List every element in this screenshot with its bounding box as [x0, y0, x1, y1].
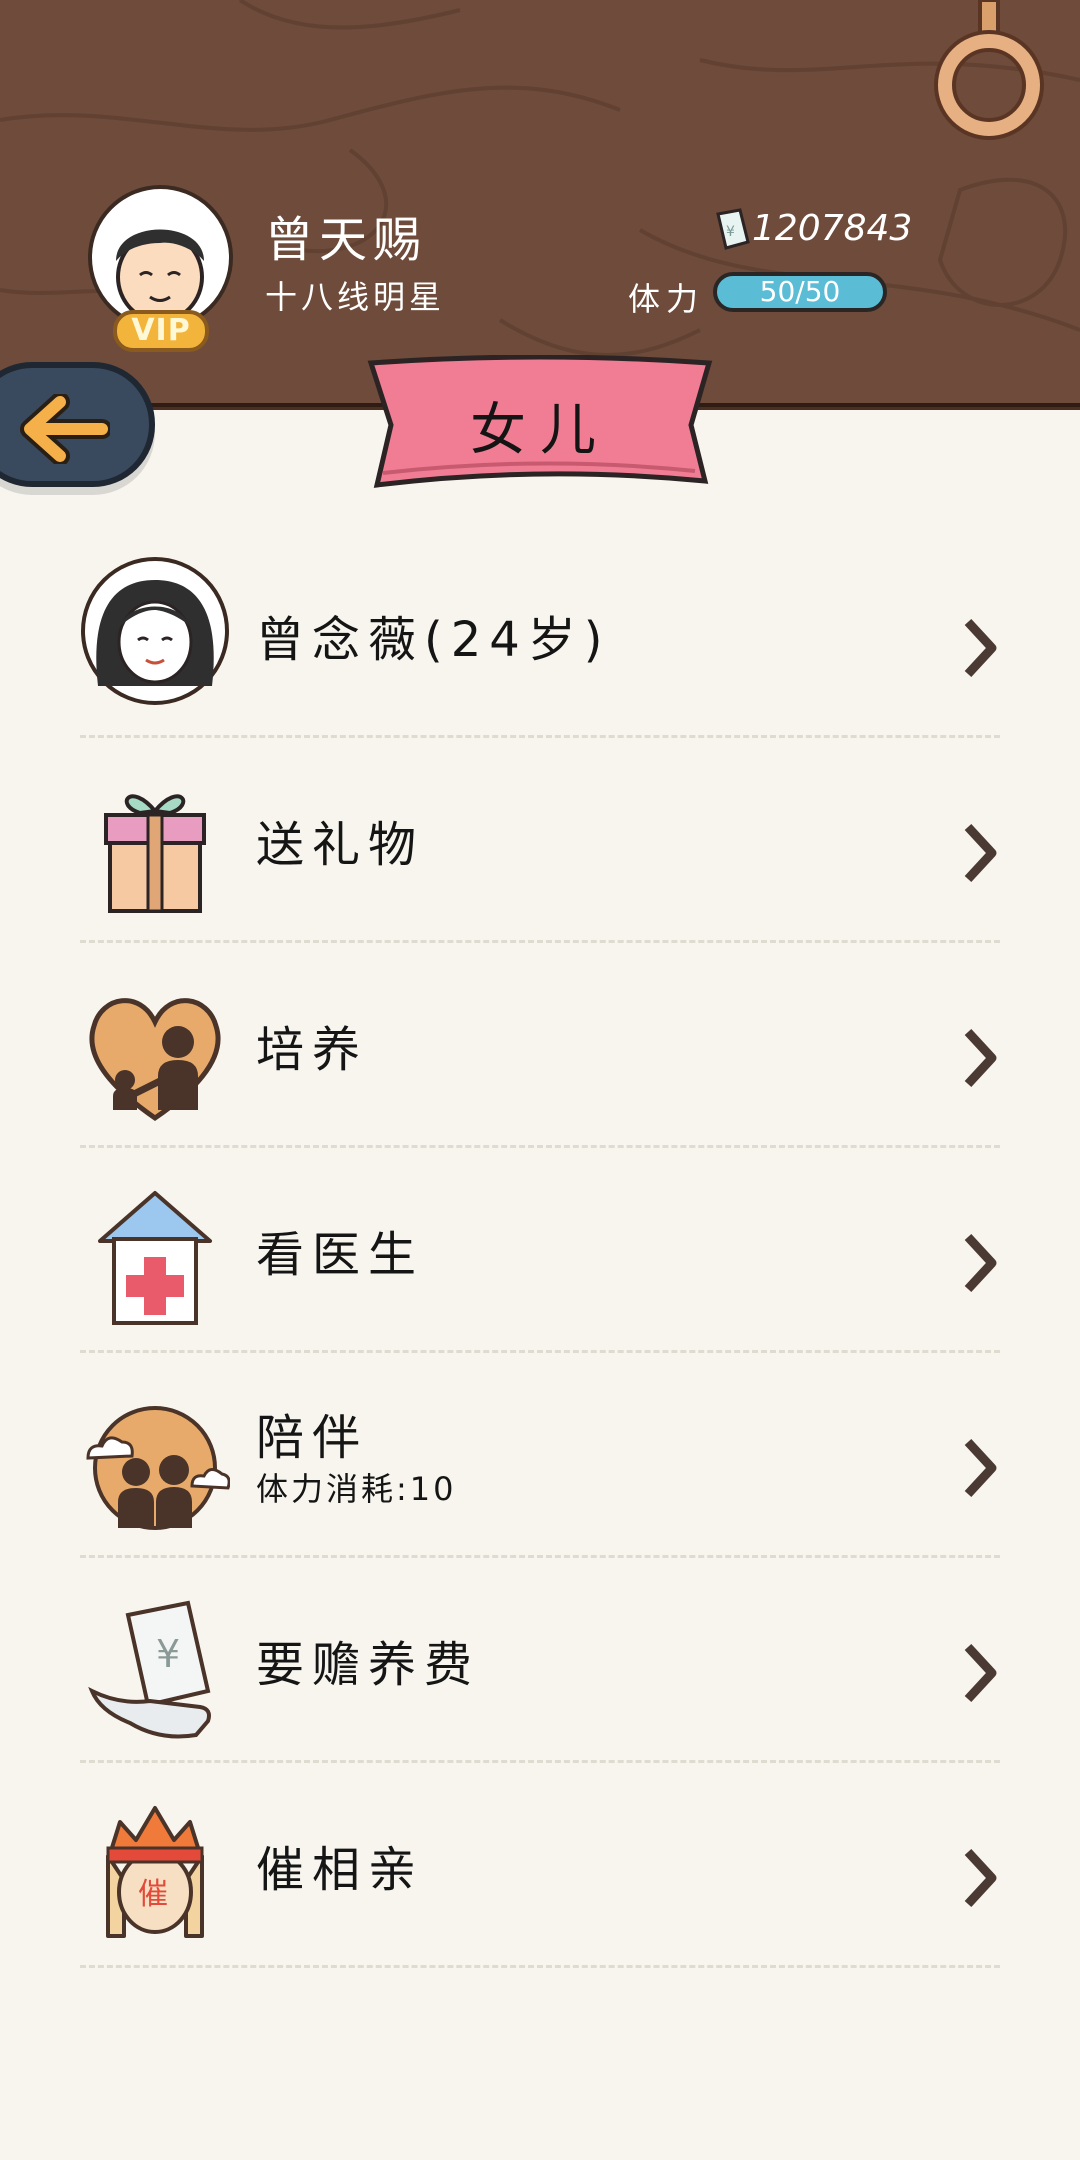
chevron-right-icon — [964, 1643, 997, 1703]
player-face-icon — [116, 229, 204, 323]
money-bill-hand-icon: ¥ — [88, 1600, 211, 1739]
list-item-see-doctor[interactable]: 看医生 — [80, 1145, 1000, 1353]
list-item-label: 催相亲 — [256, 1842, 425, 1898]
stamina-label: 体力 — [628, 280, 705, 318]
hanging-ring-icon — [934, 0, 1044, 140]
chevron-right-icon — [964, 823, 997, 883]
urge-matchmaking-icon: 催 — [106, 1806, 204, 1938]
chevron-right-icon — [964, 1848, 997, 1908]
stamina-bar: 50/50 — [713, 272, 887, 312]
money-bill-icon: ¥ — [716, 208, 750, 250]
list-item-accompany[interactable]: 陪伴 体力消耗:10 — [80, 1350, 1000, 1558]
stamina-cost-label: 体力消耗:10 — [256, 1470, 457, 1508]
list-item-label: 曾念薇(24岁) — [256, 612, 611, 668]
vip-badge: VIP — [113, 310, 209, 352]
profile-header: VIP 曾天赐 十八线明星 ¥ 1207843 体力 50/50 — [0, 0, 1080, 410]
list-item-label: 看医生 — [256, 1227, 425, 1283]
back-arrow-icon — [20, 394, 110, 464]
urge-stamp-text: 催 — [138, 1877, 168, 1912]
daughter-portrait-icon — [81, 557, 229, 705]
chevron-right-icon — [964, 1233, 997, 1293]
list-item-label: 要赡养费 — [256, 1637, 481, 1693]
chevron-right-icon — [964, 618, 997, 678]
heart-parent-child-icon — [89, 998, 221, 1122]
svg-text:¥: ¥ — [726, 224, 735, 240]
list-item-label: 培养 — [256, 1022, 369, 1078]
back-button[interactable] — [0, 362, 155, 487]
money-amount: 1207843 — [752, 208, 913, 249]
player-title: 十八线明星 — [265, 278, 446, 316]
list-item-urge-matchmaking[interactable]: 催 催相亲 — [80, 1760, 1000, 1968]
companions-icon — [86, 1406, 230, 1530]
list-item-label: 送礼物 — [256, 817, 425, 873]
svg-text:¥: ¥ — [156, 1632, 180, 1676]
page-title: 女儿 — [470, 398, 610, 463]
list-item-nurture[interactable]: 培养 — [80, 940, 1000, 1148]
list-item-label: 陪伴 — [256, 1410, 369, 1466]
list-item-send-gift[interactable]: 送礼物 — [80, 735, 1000, 943]
list-item-daughter-profile[interactable]: 曾念薇(24岁) — [80, 530, 1000, 738]
list-item-demand-alimony[interactable]: ¥ 要赡养费 — [80, 1555, 1000, 1763]
chevron-right-icon — [964, 1028, 997, 1088]
hospital-icon — [98, 1191, 212, 1325]
player-name: 曾天赐 — [265, 212, 428, 268]
player-avatar[interactable] — [88, 185, 233, 330]
chevron-right-icon — [964, 1438, 997, 1498]
gift-box-icon — [104, 794, 206, 913]
